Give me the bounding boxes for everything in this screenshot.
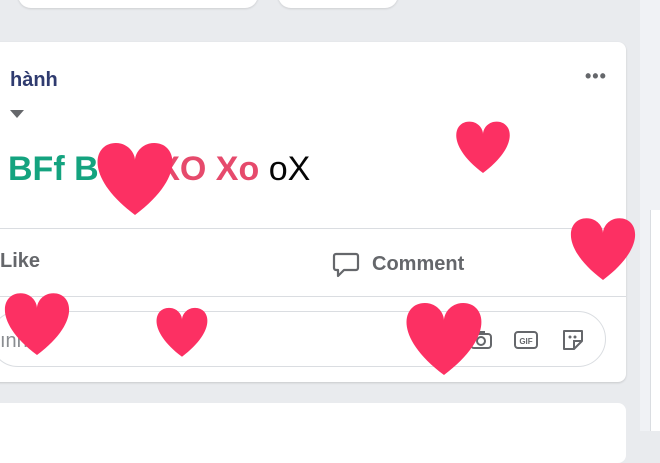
post-author-name[interactable]: hành [10,69,58,92]
top-pill-right[interactable] [278,0,398,8]
comment-label: Comment [372,252,465,275]
right-edge-panel [640,0,660,431]
sticker-icon[interactable] [560,327,586,353]
post-text-segment: BFf B [8,150,99,188]
post-text-segment: oX [268,150,311,188]
next-post-card [0,403,626,463]
camera-icon[interactable] [468,327,494,353]
like-button[interactable]: Like [0,250,40,273]
more-options-icon[interactable]: ••• [585,66,607,87]
svg-text:GIF: GIF [519,337,532,346]
audience-dropdown-icon[interactable] [10,110,24,118]
like-label: Like [0,250,41,272]
divider [0,228,626,229]
post-text-segment: xo XO Xo [108,150,260,188]
post-text: BFf B xo XO Xo oX [8,150,310,189]
comment-button[interactable]: Comment [332,250,464,278]
top-pill-left[interactable] [18,0,258,8]
comment-icon [332,252,360,278]
feed-top-area [0,0,626,22]
gif-icon[interactable]: GIF [513,327,539,353]
divider [0,296,626,297]
right-edge-card [650,210,660,431]
comment-placeholder: ınh... [0,330,45,352]
